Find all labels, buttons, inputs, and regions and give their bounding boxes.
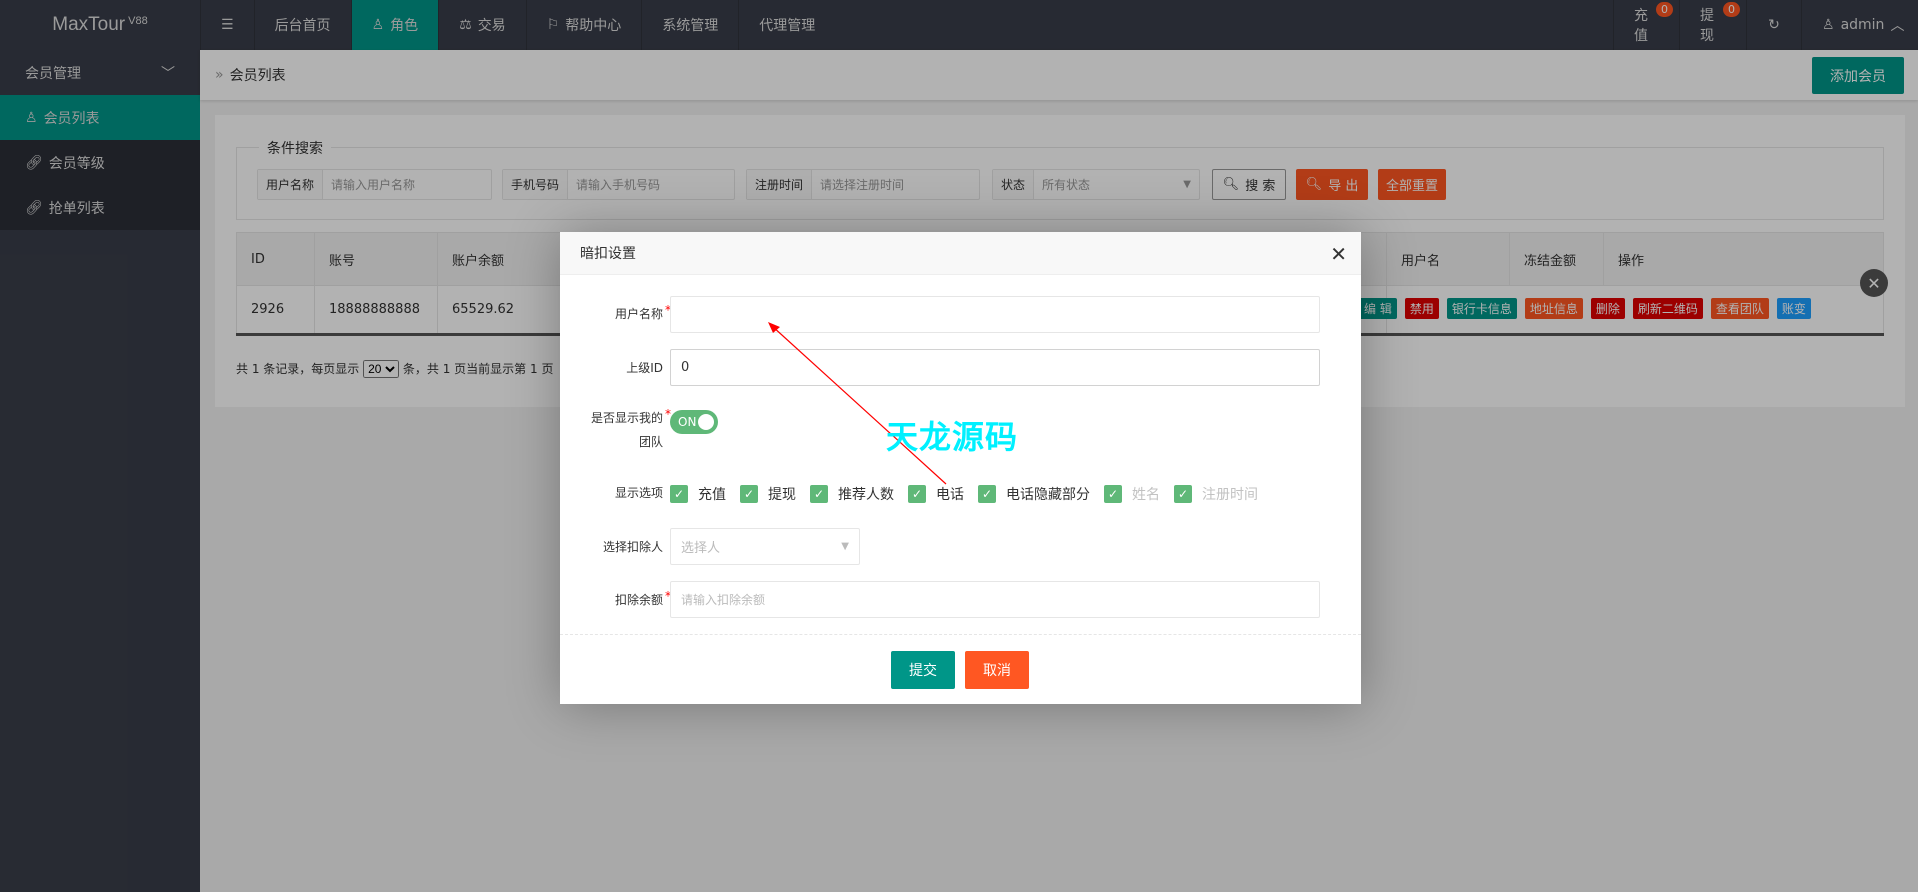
watermark: 天龙源码 xyxy=(886,418,1019,456)
